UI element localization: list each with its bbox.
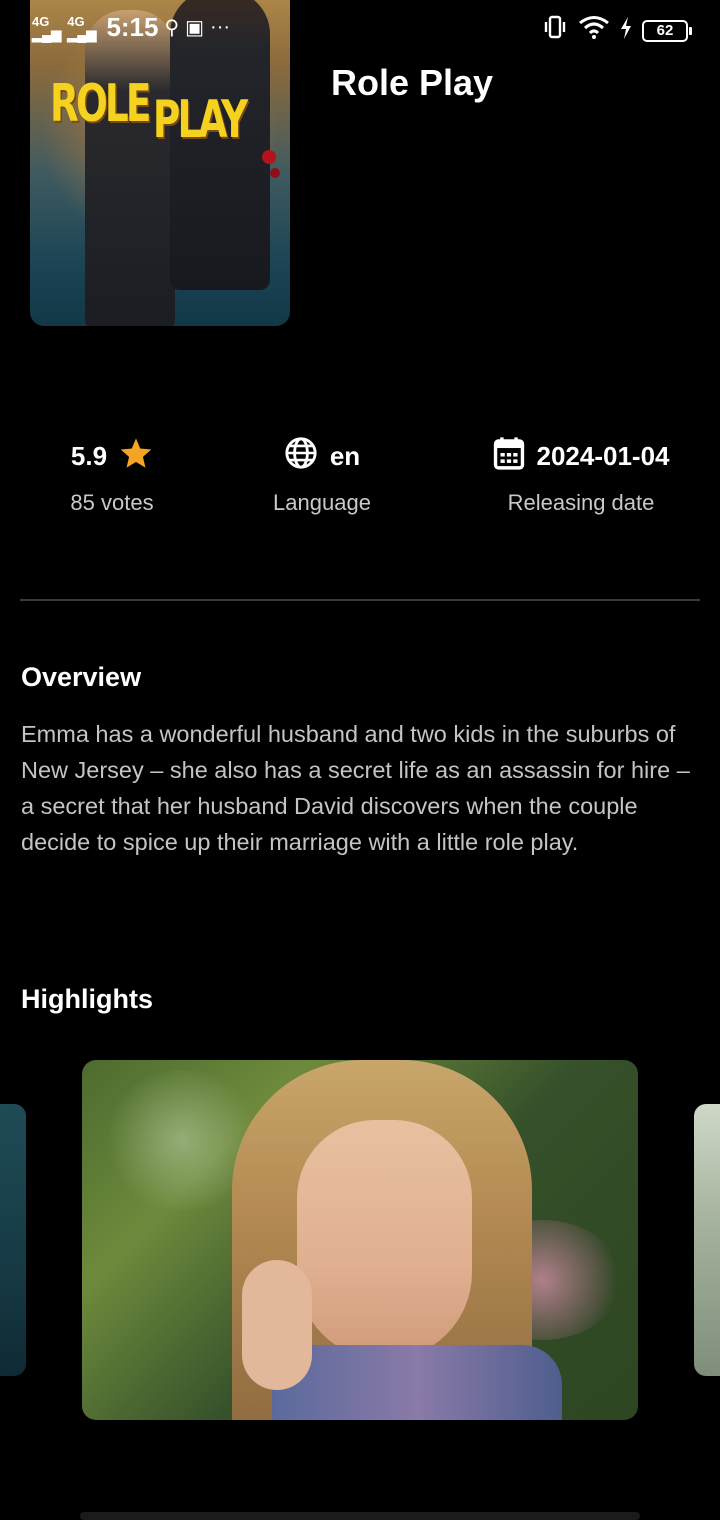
usb-icon: ⚲ — [164, 17, 180, 39]
signal-icon-sim2: 4G ▂▄▆ — [67, 15, 96, 41]
highlight-slide-current[interactable] — [82, 1060, 638, 1420]
vibrate-icon — [542, 14, 568, 47]
votes-count: 85 votes — [70, 490, 154, 515]
battery-icon: 62 — [642, 19, 692, 42]
bottom-content-edge — [80, 1512, 640, 1520]
movie-title: Role Play — [331, 62, 494, 103]
more-notifications-icon: ··· — [210, 16, 231, 38]
battery-level: 62 — [656, 21, 674, 39]
poster-logo-word1: ROLE — [50, 74, 151, 134]
charging-icon — [620, 15, 632, 46]
star-icon — [119, 437, 153, 476]
slide-person-face — [297, 1120, 472, 1360]
status-bar: 4G ▂▄▆ 4G ▂▄▆ 5:15 ⚲ ▣ ··· 62 — [0, 0, 720, 56]
movie-detail-page: ROLEPLAY 4G ▂▄▆ 4G ▂▄▆ 5:15 ⚲ ▣ ··· 62 R… — [0, 0, 720, 1520]
network-type-2: 4G — [67, 13, 85, 29]
slide-person-hand-phone — [242, 1260, 312, 1390]
signal-bars-icon-2: ▂▄▆ — [67, 26, 97, 42]
calendar-icon — [493, 436, 525, 477]
poster-logo: ROLEPLAY — [50, 78, 248, 146]
signal-bars-icon: ▂▄▆ — [32, 26, 62, 42]
status-time: 5:15 — [106, 12, 159, 42]
rating-stat: 5.9 85 votes — [12, 436, 212, 516]
highlight-slide-previous[interactable] — [0, 1104, 26, 1376]
globe-icon — [284, 436, 318, 477]
language-stat: en Language — [222, 436, 422, 516]
poster-rose — [262, 150, 276, 164]
status-right: 62 — [542, 14, 692, 47]
network-type-1: 4G — [32, 13, 50, 29]
highlight-slide-next[interactable] — [694, 1104, 720, 1376]
overview-text: Emma has a wonderful husband and two kid… — [21, 721, 690, 855]
poster-rose-2 — [270, 168, 280, 178]
wifi-icon — [578, 15, 610, 46]
release-date-stat: 2024-01-04 Releasing date — [462, 436, 700, 516]
language-label: Language — [273, 490, 371, 515]
rating-value: 5.9 — [70, 440, 108, 471]
section-divider — [20, 599, 700, 601]
poster-figure-woman — [85, 10, 175, 326]
app-notification-icon: ▣ — [185, 17, 205, 39]
release-date-label: Releasing date — [507, 490, 655, 515]
poster-logo-word2: PLAY — [152, 90, 248, 150]
language-value: en — [329, 440, 361, 471]
movie-stats: 5.9 85 votes en Language 2024-01-04 Rele… — [0, 436, 720, 536]
signal-icon-sim1: 4G ▂▄▆ — [32, 15, 61, 41]
highlights-heading: Highlights — [21, 984, 153, 1014]
slide-person-shirt — [272, 1345, 562, 1420]
release-date-value: 2024-01-04 — [536, 440, 670, 471]
overview-heading: Overview — [21, 662, 142, 692]
status-left: 4G ▂▄▆ 4G ▂▄▆ 5:15 ⚲ ▣ ··· — [32, 12, 230, 43]
